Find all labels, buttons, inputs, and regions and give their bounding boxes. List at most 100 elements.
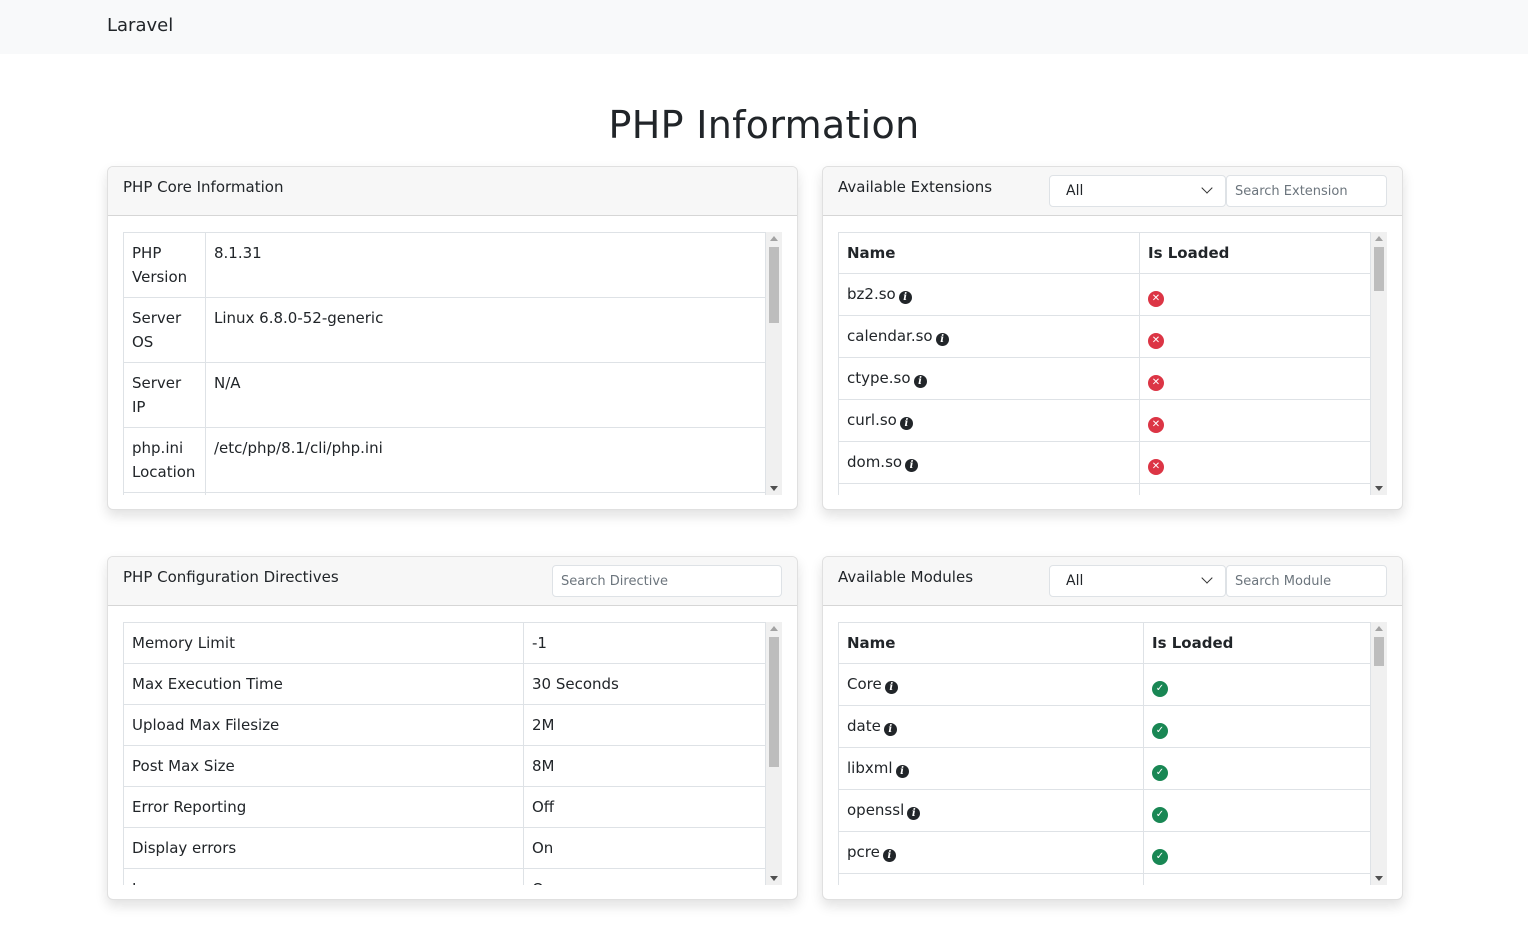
table-row: ctype.so i ✕ — [838, 357, 1371, 400]
card-header: PHP Configuration Directives — [108, 557, 797, 606]
loaded-cell: ✓ — [1143, 831, 1371, 874]
row-value: 2M — [523, 704, 766, 746]
extension-search-input[interactable] — [1226, 175, 1387, 207]
loaded-cell: ✕ — [1139, 483, 1371, 495]
name-cell: pcre i — [838, 831, 1144, 874]
row-label: PHP Version — [123, 232, 206, 298]
info-icon[interactable]: i — [883, 723, 897, 736]
table-row: Upload Max Filesize 2M — [123, 704, 766, 746]
name-cell: exif.soi — [838, 483, 1140, 495]
scrollbar[interactable] — [1371, 622, 1387, 885]
extensions-filter-select[interactable]: All — [1049, 175, 1226, 207]
scroll-up-icon[interactable] — [1375, 626, 1383, 631]
scroll-thumb[interactable] — [769, 247, 779, 323]
table-row: openssl i ✓ — [838, 789, 1371, 832]
name-cell: zlibi — [838, 873, 1144, 885]
item-name: libxml — [847, 759, 893, 777]
modules-card: Available Modules All NameIs LoadedCorei… — [822, 556, 1403, 900]
row-label: Memory Limit — [123, 622, 524, 664]
table-row: Server IP N/A — [123, 362, 766, 428]
scroll-thumb[interactable] — [1374, 637, 1384, 666]
scroll-up-icon[interactable] — [1375, 236, 1383, 241]
scroll-thumb[interactable] — [1374, 247, 1384, 291]
page-title: PHP Information — [608, 103, 920, 147]
row-value: -1 — [523, 622, 766, 664]
row-label: Server OS — [123, 297, 206, 363]
info-icon[interactable]: i — [913, 375, 927, 388]
row-label: Error Reporting — [123, 786, 524, 828]
select-value: All — [1066, 573, 1084, 589]
row-value: /etc/php/8.1/cli/php.ini — [205, 427, 766, 493]
name-cell: dom.so i — [838, 441, 1140, 484]
row-label: Display errors — [123, 827, 524, 869]
module-search-input[interactable] — [1226, 565, 1387, 597]
table-row: php.ini/etc/php/8.1/cli/conf.d/10-mysqln… — [123, 492, 766, 495]
check-circle-icon: ✓ — [1152, 765, 1168, 781]
info-icon[interactable]: i — [882, 849, 896, 862]
row-value: Linux 6.8.0-52-generic — [205, 297, 766, 363]
row-label: Upload Max Filesize — [123, 704, 524, 746]
row-value: 30 Seconds — [523, 663, 766, 705]
scroll-down-icon[interactable] — [1375, 486, 1383, 491]
scroll-up-icon[interactable] — [770, 626, 778, 631]
extensions-card: Available Extensions All NameIs Loadedbz… — [822, 166, 1403, 510]
name-cell: calendar.so i — [838, 315, 1140, 358]
brand-link[interactable]: Laravel — [107, 15, 173, 36]
table-row: Post Max Size 8M — [123, 745, 766, 787]
core-info-scroll: PHP Version 8.1.31 Server OS Linux 6.8.0-52… — [123, 232, 782, 495]
scrollbar[interactable] — [766, 232, 782, 495]
table-row: Max Execution Time 30 Seconds — [123, 663, 766, 705]
directives-scroll: Memory Limit -1 Max Execution Time 30 Secon… — [123, 622, 782, 885]
x-circle-icon: ✕ — [1148, 375, 1164, 391]
name-cell: ctype.so i — [838, 357, 1140, 400]
scrollbar[interactable] — [766, 622, 782, 885]
loaded-cell: ✕ — [1139, 357, 1371, 400]
extensions-scroll: Name Is Loaded bz2.so i ✕ calendar.so i ✕ ctype.… — [838, 232, 1387, 495]
name-cell: curl.so i — [838, 399, 1140, 442]
scrollbar[interactable] — [1371, 232, 1387, 495]
modules-scroll: Name Is Loaded Core i ✓ date i ✓ libxml i ✓ openssl… — [838, 622, 1387, 885]
name-cell: Core i — [838, 663, 1144, 706]
info-icon[interactable]: i — [884, 681, 898, 694]
chevron-down-icon — [1201, 182, 1213, 194]
scroll-down-icon[interactable] — [770, 486, 778, 491]
scroll-down-icon[interactable] — [1375, 876, 1383, 881]
core-info-card: PHP Core Information PHP Version 8.1.31 Se… — [107, 166, 798, 510]
loaded-cell: ✕ — [1139, 399, 1371, 442]
column-header: Is Loaded — [1139, 232, 1371, 274]
column-header: Name — [838, 232, 1140, 274]
item-name: pcre — [847, 843, 880, 861]
scroll-thumb[interactable] — [769, 637, 779, 767]
scroll-up-icon[interactable] — [770, 236, 778, 241]
row-label: php.ini Location — [123, 427, 206, 493]
row-label: php.ini — [123, 492, 206, 495]
info-icon[interactable]: i — [935, 333, 949, 346]
row-value: /etc/php/8.1/cli/conf.d/10-mysqlnd.ini, … — [205, 492, 766, 495]
table-row: Display errors On — [123, 827, 766, 869]
item-name: date — [847, 717, 881, 735]
info-icon[interactable]: i — [907, 807, 921, 820]
loaded-cell: ✓ — [1143, 663, 1371, 706]
card-title: PHP Configuration Directives — [123, 568, 339, 586]
table-row: Error Reporting Off — [123, 786, 766, 828]
table-row: Core i ✓ — [838, 663, 1371, 706]
x-circle-icon: ✕ — [1148, 459, 1164, 475]
directives-card: PHP Configuration Directives Memory Limi… — [107, 556, 798, 900]
directive-search-input[interactable] — [552, 565, 782, 597]
info-icon[interactable]: i — [898, 291, 912, 304]
item-name: calendar.so — [847, 327, 933, 345]
info-icon[interactable]: i — [905, 459, 919, 472]
loaded-cell: ✓ — [1143, 705, 1371, 748]
row-label: Log errors — [123, 868, 524, 885]
loaded-cell: ✓ — [1143, 873, 1371, 885]
info-icon[interactable]: i — [895, 765, 909, 778]
table-row: dom.so i ✕ — [838, 441, 1371, 484]
item-name: Core — [847, 675, 882, 693]
table-row: Server OS Linux 6.8.0-52-generic — [123, 297, 766, 363]
modules-filter-select[interactable]: All — [1049, 565, 1226, 597]
card-title: Available Extensions — [838, 178, 993, 196]
row-value: On — [523, 827, 766, 869]
scroll-down-icon[interactable] — [770, 876, 778, 881]
table-row: calendar.so i ✕ — [838, 315, 1371, 358]
info-icon[interactable]: i — [899, 417, 913, 430]
